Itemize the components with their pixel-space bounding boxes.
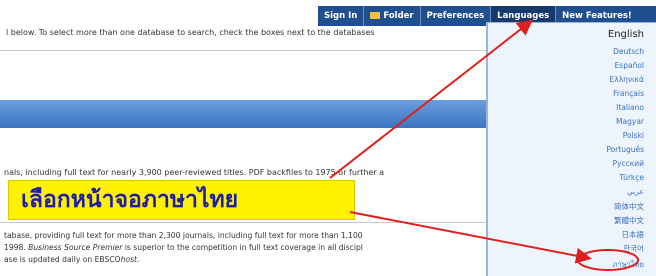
arrow-to-thai	[349, 211, 592, 264]
arrow-to-languages	[329, 19, 534, 179]
annotation-overlay	[329, 19, 639, 271]
highlight-circle	[577, 249, 639, 271]
